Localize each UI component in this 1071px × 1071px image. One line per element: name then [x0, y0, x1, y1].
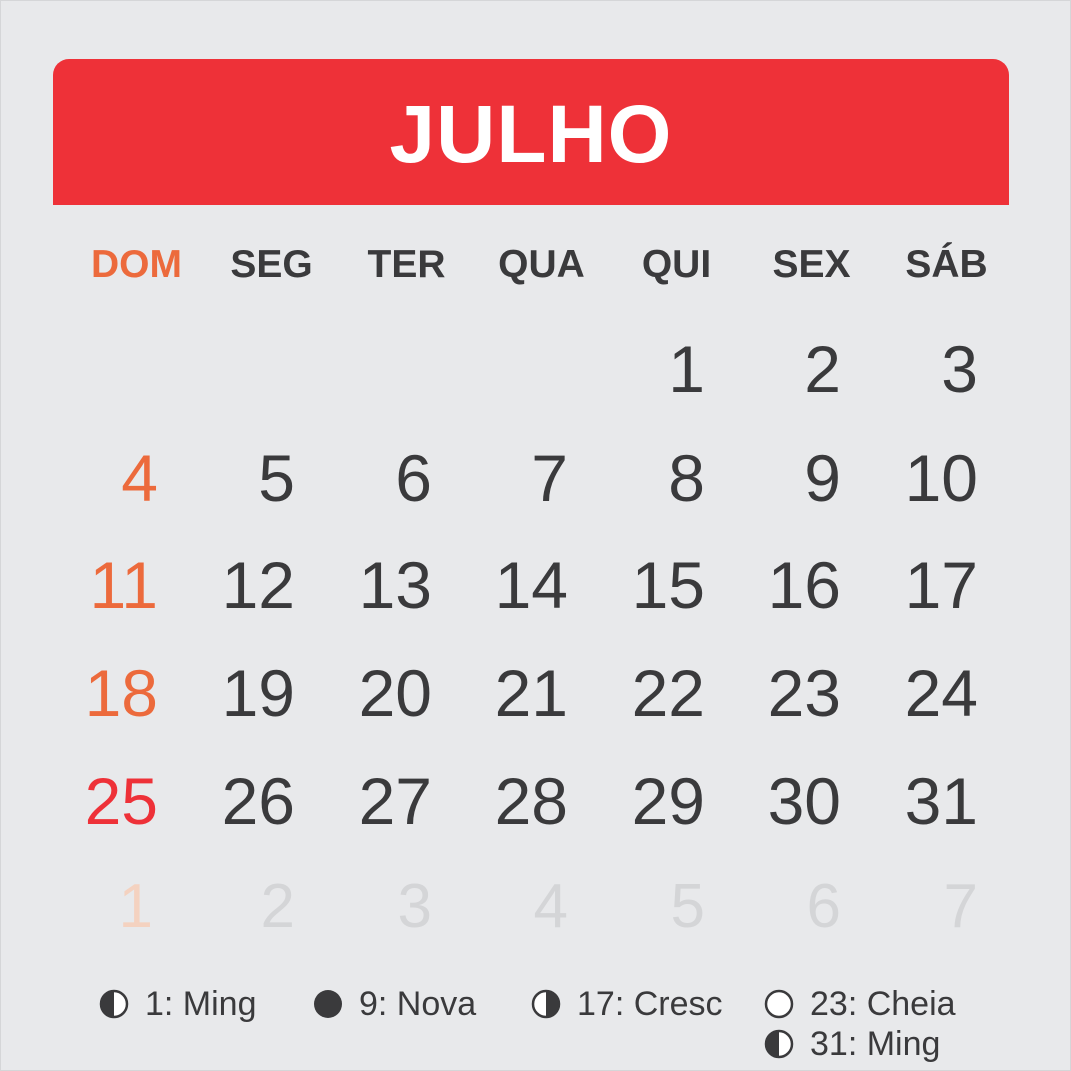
- moon-phase-label: 23: Cheia: [810, 985, 956, 1023]
- next-month-day-cell: 7: [943, 872, 978, 941]
- day-cell[interactable]: 16: [721, 552, 841, 618]
- day-cell[interactable]: 17: [858, 552, 978, 618]
- day-cell[interactable]: 22: [585, 660, 705, 726]
- day-cell[interactable]: 31: [858, 768, 978, 834]
- waning-moon-icon: [764, 1029, 794, 1059]
- day-cell[interactable]: 2: [721, 336, 841, 402]
- day-cell[interactable]: 5: [175, 445, 295, 511]
- day-cell[interactable]: 24: [858, 660, 978, 726]
- next-month-day-cell: 2: [260, 872, 295, 941]
- day-grid: 1 2 3 4 5 6 7 8 9 10 11 12 13 14 15 16 1…: [0, 0, 1071, 1071]
- next-month-day-cell: 6: [806, 872, 841, 941]
- next-month-day-cell: 5: [670, 872, 705, 941]
- waxing-moon-icon: [531, 989, 561, 1019]
- day-cell[interactable]: 20: [312, 660, 432, 726]
- day-cell[interactable]: 8: [585, 445, 705, 511]
- day-cell[interactable]: 9: [721, 445, 841, 511]
- day-cell[interactable]: 13: [312, 552, 432, 618]
- full-moon-icon: [764, 989, 794, 1019]
- day-cell-sunday[interactable]: 4: [38, 445, 158, 511]
- moon-phase-label: 31: Ming: [810, 1025, 941, 1063]
- moon-phase-label: 17: Cresc: [577, 985, 723, 1023]
- moon-phase-item: 9: Nova: [313, 987, 476, 1021]
- moon-phase-item: 23: Cheia: [764, 987, 956, 1021]
- day-cell[interactable]: 1: [585, 336, 705, 402]
- day-cell[interactable]: 19: [175, 660, 295, 726]
- day-cell[interactable]: 27: [312, 768, 432, 834]
- day-cell[interactable]: 15: [585, 552, 705, 618]
- day-cell[interactable]: 23: [721, 660, 841, 726]
- day-cell[interactable]: 28: [448, 768, 568, 834]
- moon-phase-item: 31: Ming: [764, 1027, 940, 1061]
- day-cell-sunday[interactable]: 11: [38, 552, 158, 618]
- day-cell[interactable]: 10: [858, 445, 978, 511]
- next-month-day-cell: 4: [533, 872, 568, 941]
- next-month-day-cell: 1: [118, 872, 153, 941]
- day-cell[interactable]: 14: [448, 552, 568, 618]
- day-cell[interactable]: 26: [175, 768, 295, 834]
- day-cell-sunday[interactable]: 25: [38, 768, 158, 834]
- day-cell[interactable]: 7: [448, 445, 568, 511]
- day-cell[interactable]: 29: [585, 768, 705, 834]
- moon-phase-label: 1: Ming: [145, 985, 257, 1023]
- day-cell[interactable]: 30: [721, 768, 841, 834]
- moon-phase-item: 17: Cresc: [531, 987, 723, 1021]
- moon-phase-item: 1: Ming: [99, 987, 257, 1021]
- day-cell[interactable]: 3: [858, 336, 978, 402]
- day-cell-sunday[interactable]: 18: [38, 660, 158, 726]
- day-cell[interactable]: 21: [448, 660, 568, 726]
- waning-moon-icon: [99, 989, 129, 1019]
- next-month-day-cell: 3: [397, 872, 432, 941]
- moon-phase-label: 9: Nova: [359, 985, 477, 1023]
- new-moon-icon: [314, 990, 342, 1018]
- day-cell[interactable]: 6: [312, 445, 432, 511]
- day-cell[interactable]: 12: [175, 552, 295, 618]
